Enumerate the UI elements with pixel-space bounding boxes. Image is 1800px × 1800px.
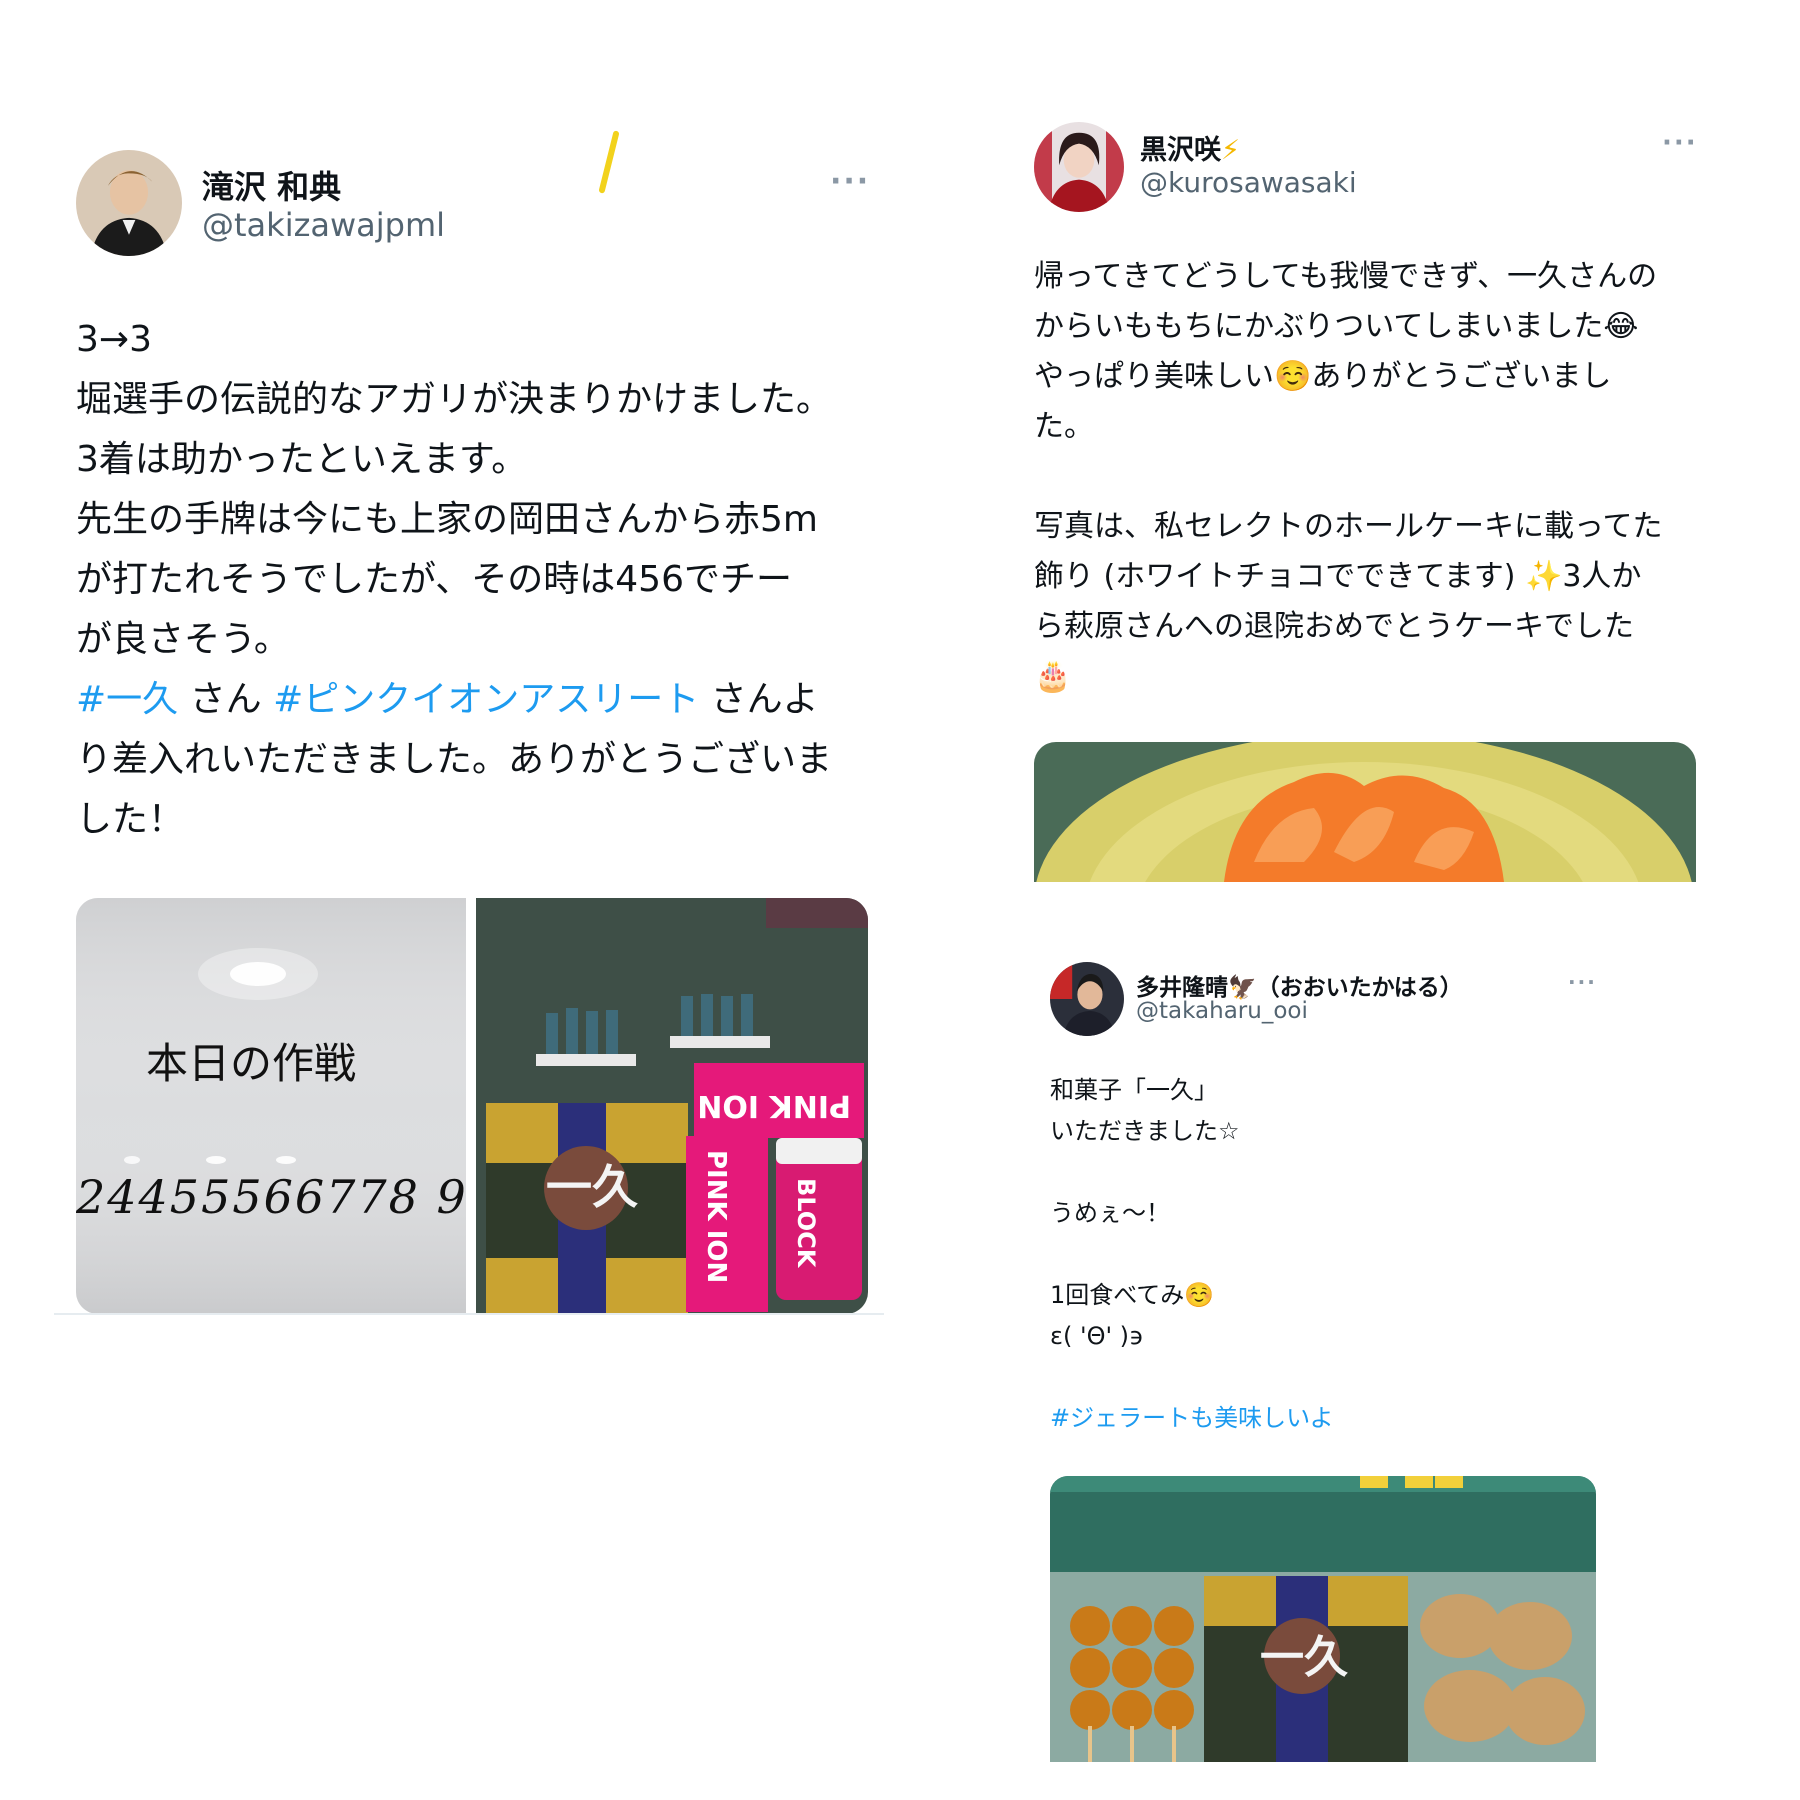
wagashi-logo: 一久: [1260, 1632, 1348, 1683]
tweet-text: 和菓子「一久」 いただきました☆ うめぇ〜！ 1回食べてみ☺️ ɛ( 'Θ' )…: [1050, 1076, 1334, 1432]
bottle-label: BLOCK: [792, 1178, 820, 1269]
package-label: PINK ION: [701, 1150, 731, 1283]
avatar[interactable]: [1050, 962, 1124, 1036]
package-label: PINK ION: [697, 1088, 851, 1123]
avatar[interactable]: [76, 150, 182, 256]
tweet-text: 3→3 堀選手の伝説的なアガリが決まりかけました。 3着は助かったといえます。 …: [76, 319, 833, 840]
hashtag-link[interactable]: #ジェラートも美味しいよ: [1050, 1404, 1334, 1432]
tweet-text: 帰ってきてどうしても我慢できず、一久さんの からいももちにかぶりついてしまいまし…: [1034, 259, 1663, 694]
tweet-media-grid: 本日の作戦 24455566778 9 一久 PINK ION PINK ION…: [76, 898, 868, 1314]
more-options-icon[interactable]: ···: [1662, 128, 1698, 158]
display-name[interactable]: 黒沢咲⚡: [1140, 128, 1240, 167]
lightning-icon: ⚡: [1221, 135, 1240, 166]
hashtag-link[interactable]: #一久: [76, 679, 178, 720]
media-photo-whiteboard[interactable]: 本日の作戦 24455566778 9: [76, 898, 468, 1314]
user-handle[interactable]: @kurosawasaki: [1140, 166, 1357, 199]
display-name[interactable]: 多井隆晴🦅（おおいたかはる）: [1136, 968, 1463, 1002]
avatar-photo-icon: [76, 150, 182, 256]
wagashi-logo: 一久: [546, 1160, 638, 1214]
whiteboard-title: 本日の作戦: [146, 1039, 356, 1088]
avatar[interactable]: [1034, 122, 1124, 212]
more-options-icon[interactable]: ···: [830, 164, 870, 199]
whiteboard-hand: 24455566778 9: [76, 1170, 468, 1224]
divider: [54, 1313, 884, 1315]
avatar-photo-icon: [1050, 962, 1124, 1036]
hashtag-link[interactable]: #ピンクイオンアスリート: [273, 679, 699, 720]
highlight-mark: [598, 130, 620, 194]
user-handle[interactable]: @takaharu_ooi: [1136, 998, 1308, 1024]
more-options-icon[interactable]: ···: [1568, 970, 1597, 994]
media-photo-wagashi[interactable]: 一久: [1050, 1476, 1596, 1762]
user-handle[interactable]: @takizawajpml: [202, 206, 445, 244]
media-photo-cake-decoration[interactable]: [1034, 742, 1696, 882]
display-name[interactable]: 滝沢 和典: [202, 162, 341, 208]
media-photo-gifts[interactable]: 一久 PINK ION PINK ION BLOCK: [476, 898, 868, 1314]
avatar-photo-icon: [1034, 122, 1124, 212]
